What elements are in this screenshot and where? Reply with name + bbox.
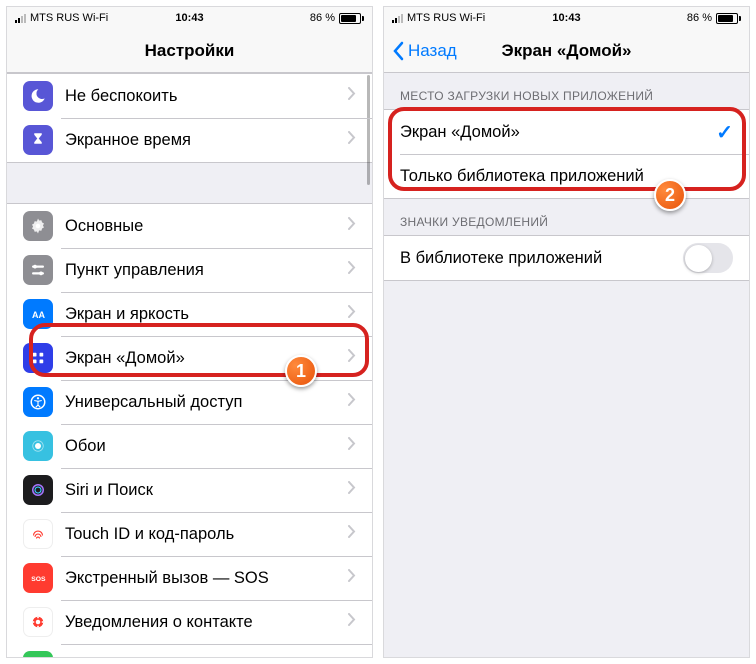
row-do-not-disturb[interactable]: Не беспокоить [7, 74, 372, 118]
medical-icon [23, 607, 53, 637]
settings-root-screen: MTS RUS Wi-Fi 10:43 86 % Настройки Н [6, 6, 373, 658]
section-header: ЗНАЧКИ УВЕДОМЛЕНИЙ [384, 199, 749, 235]
row-badges-in-library: В библиотеке приложений [384, 236, 749, 280]
gear-icon [23, 211, 53, 241]
row-control-center[interactable]: Пункт управления [7, 248, 372, 292]
row-label: Универсальный доступ [65, 393, 348, 412]
row-label: Экранное время [65, 131, 348, 150]
chevron-right-icon [348, 613, 356, 631]
hourglass-icon [23, 125, 53, 155]
touchid-icon [23, 519, 53, 549]
status-bar: MTS RUS Wi-Fi 10:43 86 % [384, 7, 749, 29]
wallpaper-icon [23, 431, 53, 461]
row-label: Не беспокоить [65, 87, 348, 106]
row-label: Основные [65, 217, 348, 236]
row-wallpaper[interactable]: Обои [7, 424, 372, 468]
option-label: Только библиотека приложений [400, 167, 733, 186]
row-general[interactable]: Основные [7, 204, 372, 248]
chevron-right-icon [348, 217, 356, 235]
accessibility-icon [23, 387, 53, 417]
chevron-right-icon [348, 349, 356, 367]
row-label: Экстренный вызов — SOS [65, 569, 348, 588]
row-home-screen[interactable]: Экран «Домой» [7, 336, 372, 380]
battery-icon [716, 13, 741, 24]
signal-icon [392, 13, 403, 23]
callout-badge-1: 1 [285, 355, 317, 387]
battery-pct: 86 % [310, 12, 335, 24]
chevron-right-icon [348, 131, 356, 149]
chevron-right-icon [348, 569, 356, 587]
option-label: Экран «Домой» [400, 123, 716, 142]
svg-text:AA: AA [32, 310, 45, 320]
chevron-right-icon [348, 481, 356, 499]
battery-pct: 86 % [687, 12, 712, 24]
toggle-badges[interactable] [683, 243, 733, 273]
toggle-label: В библиотеке приложений [400, 249, 683, 268]
sos-icon: SOS [23, 563, 53, 593]
siri-icon [23, 475, 53, 505]
row-label: Touch ID и код-пароль [65, 525, 348, 544]
row-exposure-notification[interactable]: Уведомления о контакте [7, 600, 372, 644]
page-title: Настройки [145, 41, 235, 61]
status-time: 10:43 [175, 12, 203, 24]
home-screen-options: МЕСТО ЗАГРУЗКИ НОВЫХ ПРИЛОЖЕНИЙ Экран «Д… [384, 73, 749, 657]
status-bar: MTS RUS Wi-Fi 10:43 86 % [7, 7, 372, 29]
moon-icon [23, 81, 53, 111]
carrier-label: MTS RUS Wi-Fi [407, 12, 485, 24]
row-display-brightness[interactable]: AA Экран и яркость [7, 292, 372, 336]
chevron-right-icon [348, 305, 356, 323]
row-sos[interactable]: SOS Экстренный вызов — SOS [7, 556, 372, 600]
back-label: Назад [408, 41, 457, 61]
battery-icon [23, 651, 53, 657]
page-title: Экран «Домой» [501, 41, 631, 61]
row-label: Siri и Поиск [65, 481, 348, 500]
chevron-right-icon [348, 437, 356, 455]
signal-icon [15, 13, 26, 23]
section-header: МЕСТО ЗАГРУЗКИ НОВЫХ ПРИЛОЖЕНИЙ [384, 73, 749, 109]
home-screen-settings-screen: MTS RUS Wi-Fi 10:43 86 % Назад Экран «До… [383, 6, 750, 658]
settings-list[interactable]: Не беспокоить Экранное время Основные [7, 73, 372, 657]
callout-badge-2: 2 [654, 179, 686, 211]
row-accessibility[interactable]: Универсальный доступ [7, 380, 372, 424]
navbar: Настройки [7, 29, 372, 73]
back-button[interactable]: Назад [392, 41, 457, 61]
row-battery[interactable]: Аккумулятор [7, 644, 372, 657]
row-label: Уведомления о контакте [65, 613, 348, 632]
status-time: 10:43 [552, 12, 580, 24]
home-icon [23, 343, 53, 373]
svg-text:SOS: SOS [31, 576, 46, 583]
carrier-label: MTS RUS Wi-Fi [30, 12, 108, 24]
chevron-right-icon [348, 525, 356, 543]
checkmark-icon: ✓ [716, 120, 733, 145]
battery-icon [339, 13, 364, 24]
option-app-library-only[interactable]: Только библиотека приложений [384, 154, 749, 198]
row-label: Обои [65, 437, 348, 456]
chevron-right-icon [348, 87, 356, 105]
control-icon [23, 255, 53, 285]
navbar: Назад Экран «Домой» [384, 29, 749, 73]
row-label: Экран и яркость [65, 305, 348, 324]
row-screen-time[interactable]: Экранное время [7, 118, 372, 162]
row-label: Аккумулятор [65, 657, 348, 658]
row-touch-id[interactable]: Touch ID и код-пароль [7, 512, 372, 556]
display-icon: AA [23, 299, 53, 329]
row-siri[interactable]: Siri и Поиск [7, 468, 372, 512]
option-home-screen[interactable]: Экран «Домой» ✓ [384, 110, 749, 154]
row-label: Пункт управления [65, 261, 348, 280]
chevron-right-icon [348, 261, 356, 279]
chevron-right-icon [348, 393, 356, 411]
